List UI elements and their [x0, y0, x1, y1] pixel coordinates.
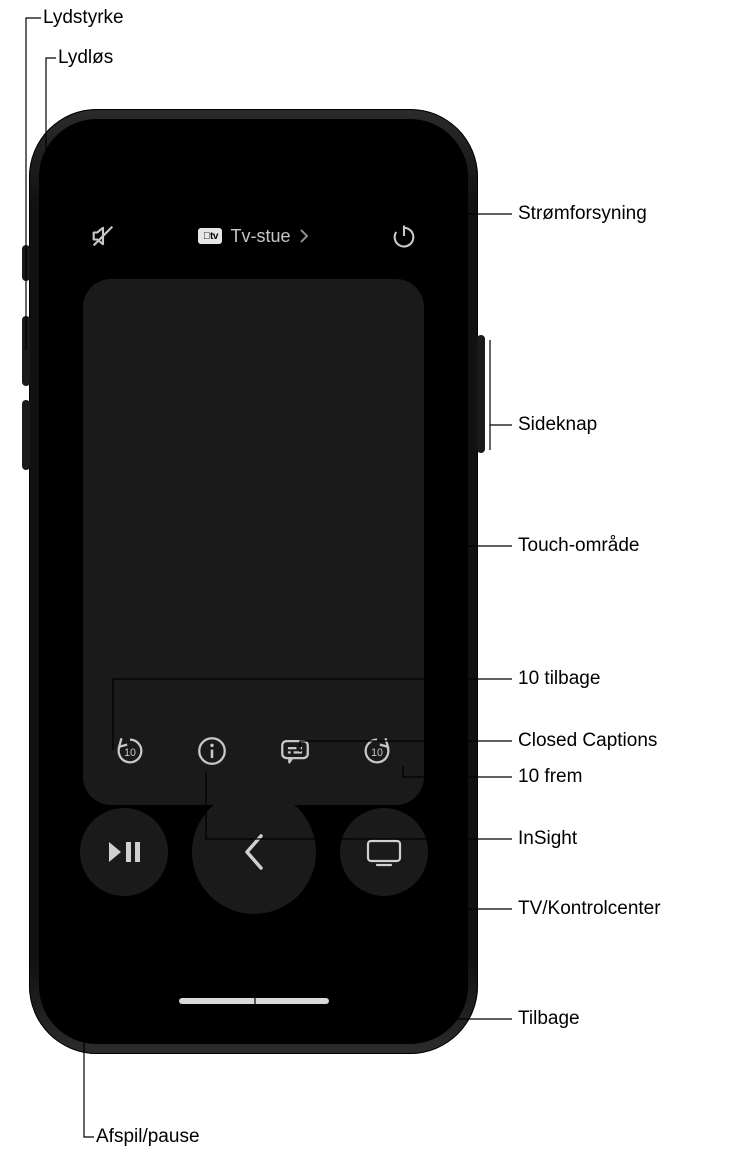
back-button[interactable] [192, 790, 316, 914]
media-mini-row: 10 [83, 727, 424, 775]
callout-sideknap: Sideknap [518, 413, 597, 437]
captions-button[interactable] [271, 727, 319, 775]
top-bar: tv Tv-stue [61, 213, 446, 259]
bottom-button-row [61, 790, 446, 914]
svg-text:10: 10 [124, 747, 136, 759]
callout-ten-fwd: 10 frem [518, 765, 582, 789]
mute-icon [89, 222, 117, 250]
iphone-frame: tv Tv-stue [29, 109, 478, 1054]
ring-silent-switch[interactable] [22, 245, 30, 281]
screen: tv Tv-stue [61, 141, 446, 1022]
mute-button[interactable] [89, 222, 117, 250]
skip-back-10-button[interactable]: 10 [106, 727, 154, 775]
volume-down-button[interactable] [22, 400, 30, 470]
power-icon [390, 222, 418, 250]
callout-afspil: Afspil/pause [96, 1125, 200, 1149]
callout-tilbage: Tilbage [518, 1007, 580, 1031]
callout-strom: Strømforsyning [518, 202, 647, 226]
device-selector[interactable]: tv Tv-stue [198, 226, 308, 247]
callout-touch: Touch-område [518, 534, 639, 558]
play-pause-button[interactable] [80, 808, 168, 896]
callout-insight: InSight [518, 827, 577, 851]
chevron-left-icon [239, 830, 269, 874]
callout-cc: Closed Captions [518, 729, 657, 753]
power-button[interactable] [390, 222, 418, 250]
tv-icon [364, 837, 404, 867]
callout-tv-ctrl: TV/Kontrolcenter [518, 897, 661, 921]
home-indicator[interactable] [179, 998, 329, 1004]
callout-ten-back: 10 tilbage [518, 667, 600, 691]
touch-area[interactable]: 10 [83, 279, 424, 805]
captions-icon [278, 734, 312, 768]
svg-text:10: 10 [371, 747, 383, 759]
chevron-right-icon [299, 228, 309, 244]
play-pause-icon [106, 839, 142, 865]
volume-up-button[interactable] [22, 316, 30, 386]
insight-button[interactable] [188, 727, 236, 775]
iphone-bezel: tv Tv-stue [39, 119, 468, 1044]
device-label: Tv-stue [230, 226, 290, 247]
skip-back-10-icon: 10 [113, 734, 147, 768]
callout-lydstyrke: Lydstyrke [43, 6, 124, 30]
skip-forward-10-button[interactable]: 10 [353, 727, 401, 775]
tv-control-center-button[interactable] [340, 808, 428, 896]
callout-lydlos: Lydløs [58, 46, 113, 70]
skip-forward-10-icon: 10 [360, 734, 394, 768]
side-button[interactable] [477, 335, 485, 453]
apple-tv-badge: tv [198, 228, 222, 244]
info-icon [195, 734, 229, 768]
